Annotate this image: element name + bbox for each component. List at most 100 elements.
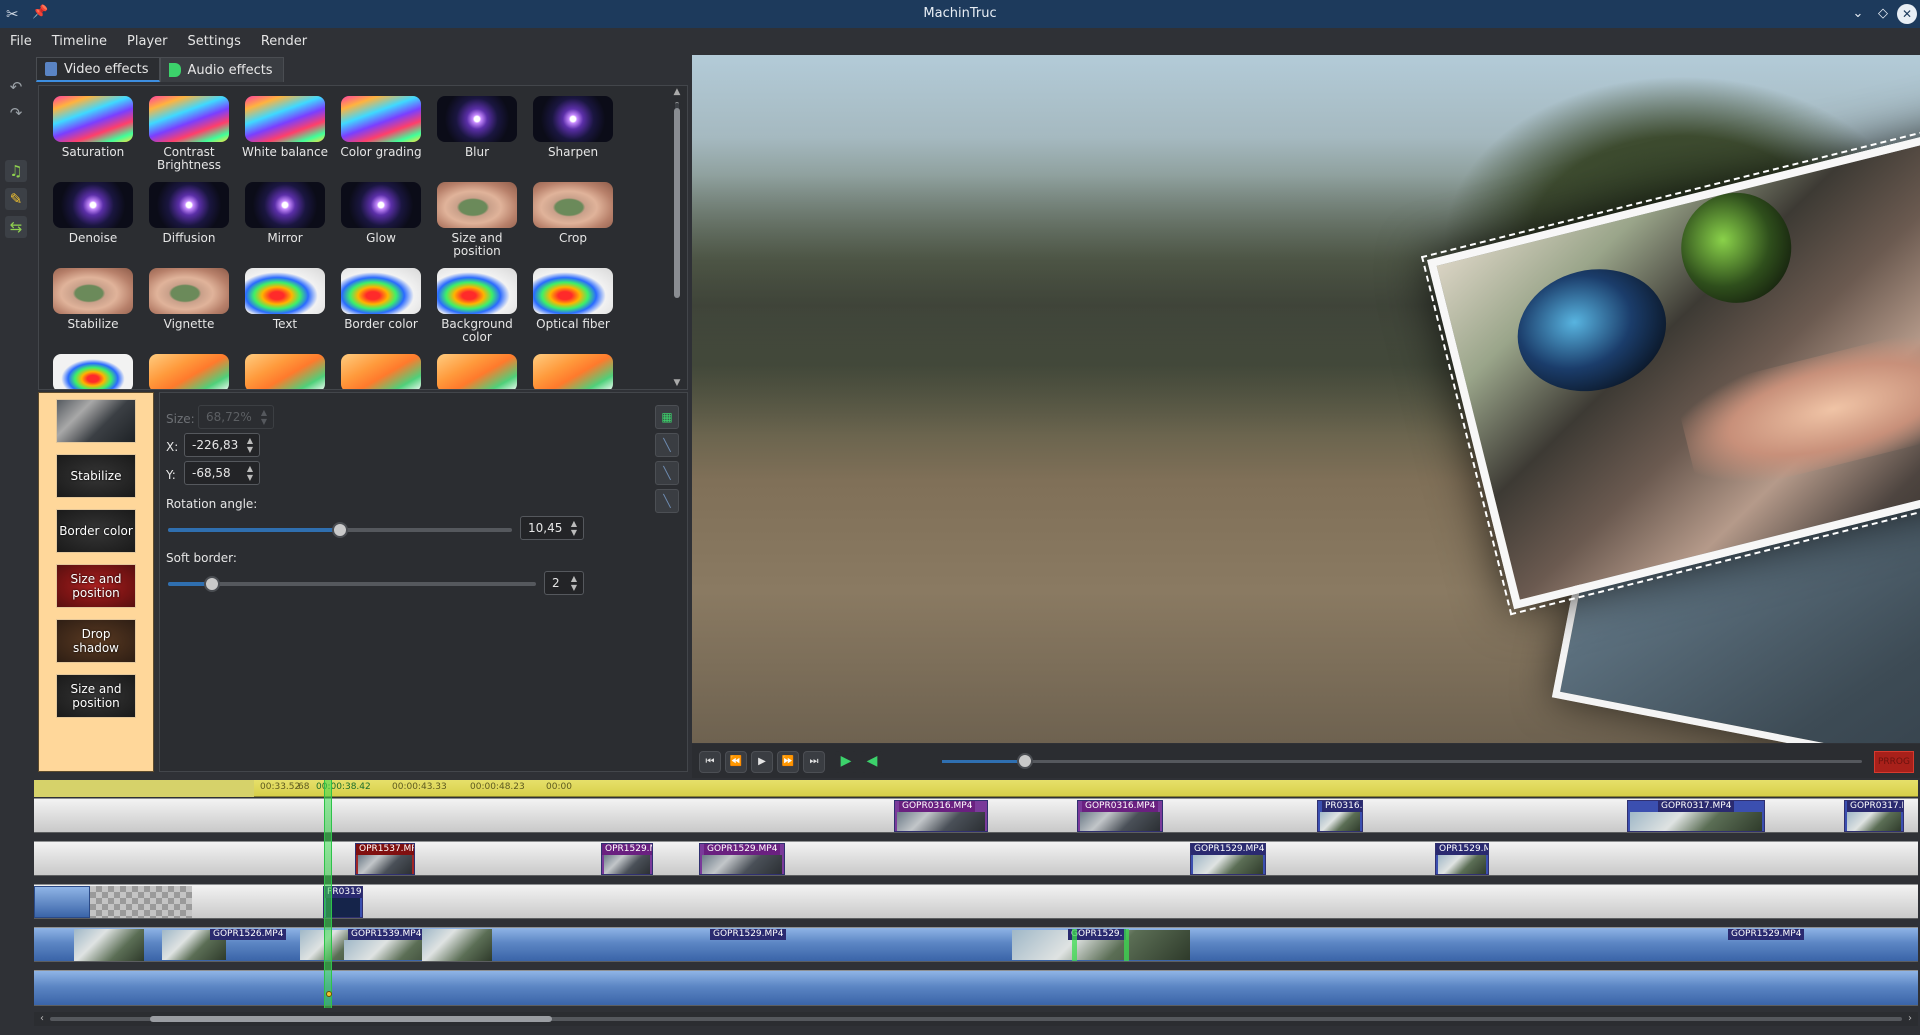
tab-audio-effects[interactable]: Audio effects xyxy=(159,57,284,82)
effect-item[interactable]: Crop xyxy=(525,180,621,266)
menu-player[interactable]: Player xyxy=(117,28,177,56)
effect-item[interactable]: Optical fiber xyxy=(525,266,621,352)
timeline-clip[interactable]: GOPR0317.MP4 xyxy=(1627,800,1765,832)
edit-tool-icon[interactable]: ✎ xyxy=(5,188,27,210)
timeline-scrollbar[interactable]: ‹ › xyxy=(34,1012,1918,1026)
timeline-clip[interactable]: GOPR0316.MP4 xyxy=(894,800,988,832)
effect-item[interactable]: Diffusion xyxy=(141,180,237,266)
timeline-clip[interactable]: OPR1537.MP xyxy=(355,843,415,875)
y-spin-arrows[interactable]: ▲ ▼ xyxy=(245,464,255,482)
scroll-down-icon[interactable]: ▼ xyxy=(671,377,683,389)
effects-scrollbar[interactable]: ▲ ▼ xyxy=(671,86,683,389)
rotation-slider-handle[interactable] xyxy=(332,522,348,538)
x-keyframe-icon[interactable]: ╲ xyxy=(655,433,679,457)
skip-to-start-icon[interactable]: ⏮ xyxy=(699,751,721,773)
effect-item[interactable]: Saturation xyxy=(45,94,141,180)
effect-item[interactable]: Mirror xyxy=(237,180,333,266)
effect-item[interactable]: Background color xyxy=(429,266,525,352)
video-track-1[interactable]: GOPR0316.MP4 GOPR0316.MP4 PR0316.M GOPR0… xyxy=(34,798,1918,833)
menu-file[interactable]: File xyxy=(0,28,42,56)
video-track-2[interactable]: OPR1537.MP OPR1529.M GOPR1529.MP4 GOPR15… xyxy=(34,841,1918,876)
timeline-scroll-thumb[interactable] xyxy=(150,1016,552,1022)
scroll-right-icon[interactable]: › xyxy=(1904,1012,1916,1026)
audio-track[interactable] xyxy=(34,970,1918,1006)
effect-item[interactable]: Blur xyxy=(429,94,525,180)
effect-item[interactable]: Denoise xyxy=(45,180,141,266)
redo-icon[interactable]: ↷ xyxy=(5,102,27,124)
video-track-4[interactable]: GOPR1526.MP4 GOPR1539.MP4 GOPR1529.MP4 G… xyxy=(34,927,1918,962)
timeline-clip[interactable]: GOPR1529.MP4 xyxy=(1724,929,1824,961)
menu-timeline[interactable]: Timeline xyxy=(42,28,117,56)
effect-item[interactable] xyxy=(141,352,237,389)
y-keyframe-icon[interactable]: ╲ xyxy=(655,461,679,485)
x-spinbox[interactable]: -226,83 ▲ ▼ xyxy=(184,433,260,457)
effect-item[interactable] xyxy=(333,352,429,389)
x-spin-arrows[interactable]: ▲ ▼ xyxy=(245,436,255,454)
timeline-color-clip[interactable] xyxy=(34,886,90,918)
timeline-clip[interactable]: GOPR0317.MP xyxy=(1844,800,1904,832)
close-icon[interactable]: ✕ xyxy=(1897,4,1917,24)
record-button[interactable]: PRROG xyxy=(1874,751,1914,773)
timeline-clip[interactable]: GOPR1529.MP4 xyxy=(706,929,806,961)
effect-stack-item[interactable]: Size and position xyxy=(56,564,136,608)
undo-icon[interactable]: ↶ xyxy=(5,76,27,98)
effect-stack-item[interactable] xyxy=(56,399,136,443)
timeline-clip[interactable]: GOPR1529.MP4 xyxy=(699,843,785,875)
soft-border-spinbox[interactable]: 2 ▲ ▼ xyxy=(544,571,584,595)
effect-stack-item[interactable]: Stabilize xyxy=(56,454,136,498)
video-effects-tool-icon[interactable]: ♫ xyxy=(5,160,27,182)
effect-item[interactable]: Text xyxy=(237,266,333,352)
effect-item[interactable]: Sharpen xyxy=(525,94,621,180)
timeline-transparent-clip[interactable] xyxy=(90,886,192,918)
scroll-up-icon[interactable]: ▲ xyxy=(671,86,683,98)
effects-scroll-thumb[interactable] xyxy=(674,108,680,298)
maximize-icon[interactable]: ◇ xyxy=(1873,4,1893,24)
play-icon[interactable]: ▶ xyxy=(751,751,773,773)
playback-position-knob[interactable] xyxy=(1016,753,1033,769)
playback-position-slider[interactable] xyxy=(942,753,1862,769)
effect-item[interactable]: Stabilize xyxy=(45,266,141,352)
minimize-icon[interactable]: ⌄ xyxy=(1848,4,1868,24)
effect-item[interactable]: Color grading xyxy=(333,94,429,180)
playhead[interactable] xyxy=(324,780,332,1008)
soft-border-slider-handle[interactable] xyxy=(204,576,221,592)
soft-border-spin-arrows[interactable]: ▲ ▼ xyxy=(569,574,579,592)
effect-item[interactable]: Contrast Brightness xyxy=(141,94,237,180)
skip-to-end-icon[interactable]: ⏭ xyxy=(803,751,825,773)
rotation-spinbox[interactable]: 10,45 ▲ ▼ xyxy=(520,516,584,540)
keyframe-toggle-icon[interactable]: ▦ xyxy=(655,405,679,429)
effect-item[interactable]: Glow xyxy=(333,180,429,266)
video-preview[interactable]: ✥ xyxy=(692,55,1920,743)
effect-stack-item[interactable]: Size and position xyxy=(56,674,136,718)
timeline-clip[interactable]: PR0316.M xyxy=(1317,800,1363,832)
timeline-clip[interactable]: GOPR0316.MP4 xyxy=(1077,800,1163,832)
effect-item[interactable]: Vignette xyxy=(141,266,237,352)
scroll-left-icon[interactable]: ‹ xyxy=(36,1012,48,1026)
effect-item[interactable]: Border color xyxy=(333,266,429,352)
effect-stack-item[interactable]: Drop shadow xyxy=(56,619,136,663)
rotation-keyframe-icon[interactable]: ╲ xyxy=(655,489,679,513)
tab-video-effects[interactable]: Video effects xyxy=(36,57,160,82)
soft-border-slider[interactable] xyxy=(168,576,536,592)
timeline-clip[interactable]: GOPR1529.MP4 xyxy=(1190,843,1266,875)
timeline-ruler[interactable]: 00:33.52 68 00:00:38.42 00:00:43.33 00:0… xyxy=(34,780,1918,797)
menu-render[interactable]: Render xyxy=(251,28,317,56)
timeline-clip[interactable]: GOPR1529. xyxy=(1012,929,1192,961)
menu-settings[interactable]: Settings xyxy=(178,28,251,56)
effect-stack-item[interactable]: Border color xyxy=(56,509,136,553)
mark-out-icon[interactable]: ◀ xyxy=(861,751,883,773)
transitions-tool-icon[interactable]: ⇆ xyxy=(5,216,27,238)
mark-in-icon[interactable]: ▶ xyxy=(835,751,857,773)
y-spinbox[interactable]: -68,58 ▲ ▼ xyxy=(184,461,260,485)
effect-item[interactable] xyxy=(525,352,621,389)
step-back-icon[interactable]: ⏪ xyxy=(725,751,747,773)
timeline-clip[interactable]: OPR1529.M xyxy=(601,843,653,875)
timeline-clip[interactable]: OPR1529.M xyxy=(1435,843,1489,875)
effect-item[interactable]: White balance xyxy=(237,94,333,180)
video-track-3[interactable]: PR0319. xyxy=(34,884,1918,919)
effect-item[interactable]: Size and position xyxy=(429,180,525,266)
rotation-slider[interactable] xyxy=(168,522,512,538)
effect-item[interactable] xyxy=(45,352,141,389)
effect-item[interactable] xyxy=(429,352,525,389)
playhead-handle[interactable] xyxy=(326,991,332,997)
